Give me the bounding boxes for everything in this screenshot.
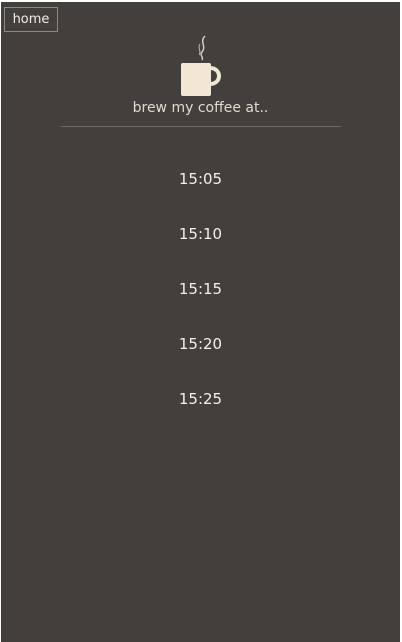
divider	[61, 126, 341, 127]
time-option[interactable]: 15:20	[151, 332, 251, 387]
time-option[interactable]: 15:25	[151, 387, 251, 442]
time-option[interactable]: 15:15	[151, 277, 251, 332]
time-option[interactable]: 15:10	[151, 222, 251, 277]
coffee-cup-icon	[181, 35, 221, 96]
brew-prompt-text: brew my coffee at..	[132, 100, 269, 116]
time-option[interactable]: 15:05	[151, 167, 251, 222]
time-list: 15:05 15:10 15:15 15:20 15:25	[1, 167, 400, 442]
home-button[interactable]: home	[4, 7, 58, 32]
app-screen: home brew my coffee at.. 15:05 15:10 15:…	[1, 2, 400, 642]
